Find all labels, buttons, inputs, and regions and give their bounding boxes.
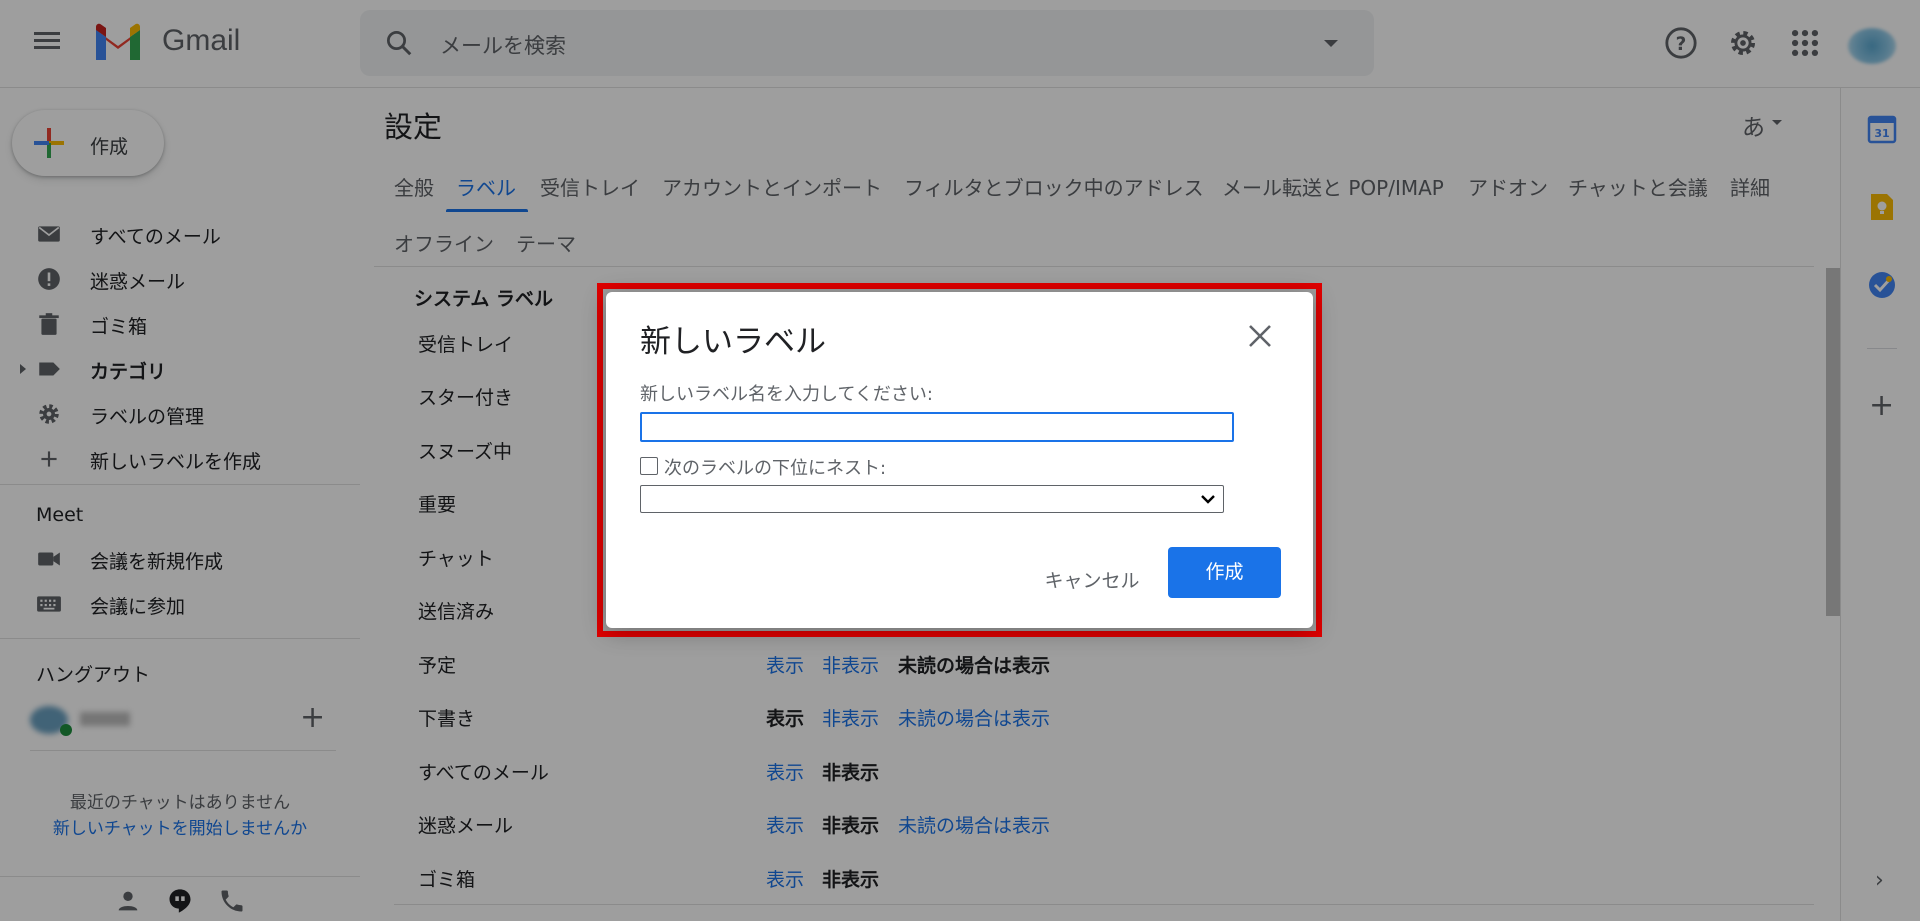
create-button[interactable]: 作成 bbox=[1168, 547, 1281, 598]
chevron-down-icon bbox=[1201, 495, 1215, 504]
nest-label-checkbox[interactable] bbox=[640, 457, 658, 475]
label-name-input[interactable] bbox=[640, 412, 1234, 442]
close-icon[interactable] bbox=[1246, 322, 1274, 350]
parent-label-select[interactable] bbox=[640, 485, 1224, 513]
new-label-dialog: 新しいラベル 新しいラベル名を入力してください: 次のラベルの下位にネスト: キ… bbox=[606, 292, 1313, 628]
cancel-button[interactable]: キャンセル bbox=[1032, 556, 1152, 606]
dialog-title: 新しいラベル bbox=[640, 324, 826, 360]
label-name-prompt: 新しいラベル名を入力してください: bbox=[640, 384, 933, 405]
nest-label-text: 次のラベルの下位にネスト: bbox=[664, 458, 887, 479]
